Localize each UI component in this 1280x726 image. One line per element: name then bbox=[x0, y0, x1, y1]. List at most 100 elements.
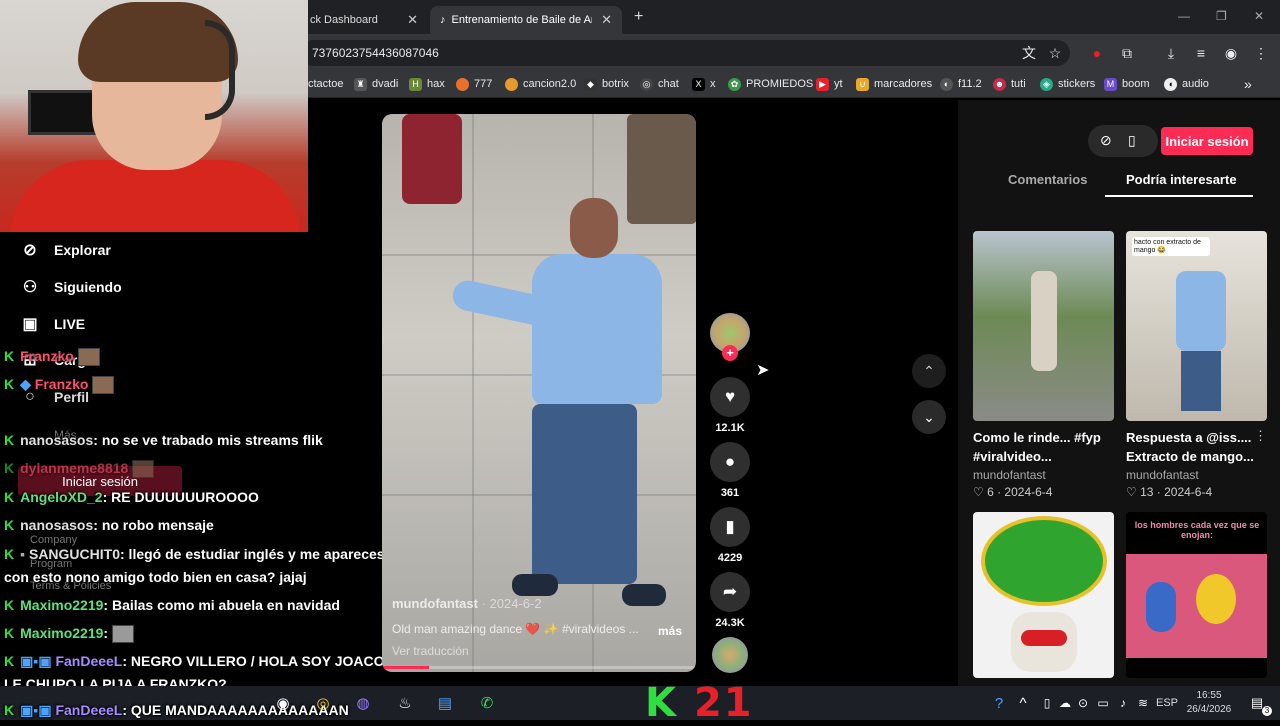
bookmark-label: x bbox=[710, 78, 716, 90]
more-button[interactable]: más bbox=[658, 624, 682, 638]
company-link[interactable]: Company bbox=[30, 534, 77, 546]
bookmark-item[interactable]: ctactoe bbox=[308, 74, 343, 94]
notification-badge: 3 bbox=[1262, 706, 1272, 716]
bookmark-item[interactable]: Hhax bbox=[409, 74, 445, 94]
video-player[interactable]: mundofantast · 2024-6-2 Old man amazing … bbox=[382, 114, 696, 672]
chat-text: : bbox=[103, 625, 109, 641]
video-progress[interactable] bbox=[382, 666, 696, 669]
bookmark-label: botrix bbox=[602, 78, 629, 90]
bookmark-icon bbox=[505, 77, 518, 91]
bookmark-item[interactable]: ✿ PROMIEDOS bbox=[728, 74, 813, 94]
chat-user: Franzko bbox=[34, 376, 89, 392]
webcam-overlay bbox=[0, 0, 308, 232]
logo-number: 21 bbox=[693, 680, 754, 726]
tab-comments[interactable]: Comentarios bbox=[1008, 172, 1087, 187]
video-author[interactable]: mundofantast · 2024-6-2 bbox=[392, 596, 542, 611]
bookmark-item[interactable]: Xx bbox=[692, 74, 716, 94]
sound-disc-icon[interactable] bbox=[712, 637, 748, 673]
bookmark-item[interactable]: ◆ botrix bbox=[584, 74, 629, 94]
kick-badge-icon: K bbox=[4, 702, 15, 718]
card-title[interactable]: Como le rinde... #fyp #viralvideo... bbox=[973, 428, 1101, 466]
app-chrome-icon[interactable]: ◉ bbox=[270, 690, 296, 716]
translate-icon[interactable]: 文 bbox=[1020, 44, 1038, 62]
card-author[interactable]: mundofantast bbox=[973, 468, 1046, 482]
url-input[interactable]: 7376023754436087046 bbox=[300, 40, 1070, 66]
heart-icon: ♥ bbox=[724, 387, 736, 406]
wifi-icon[interactable]: ≋ bbox=[1130, 690, 1156, 716]
login-button[interactable]: Iniciar sesión bbox=[1161, 127, 1253, 155]
kick-badge-icon: K bbox=[4, 653, 15, 669]
tab-tiktok[interactable]: ♪ Entrenamiento de Baile de Anc ✕ bbox=[430, 6, 622, 34]
tray-chevron-icon[interactable]: ^ bbox=[1010, 690, 1036, 716]
progress-fill bbox=[382, 666, 430, 669]
tab-recommended[interactable]: Podría interesarte bbox=[1126, 172, 1237, 187]
bookmark-item[interactable]: ♜ dvadi bbox=[354, 74, 398, 94]
next-video-button[interactable]: ⌄ bbox=[912, 400, 946, 434]
extension-red-icon[interactable]: ● bbox=[1088, 44, 1106, 62]
bookmark-label: hax bbox=[427, 78, 445, 90]
bookmark-item[interactable]: Mboom bbox=[1104, 74, 1150, 94]
like-button[interactable]: ♥ bbox=[710, 377, 750, 417]
chat-user: Maximo2219 bbox=[20, 597, 104, 613]
bookmark-label: dvadi bbox=[372, 78, 399, 90]
media-icon[interactable]: ≡ bbox=[1192, 44, 1210, 62]
phone-icon[interactable]: ▯ bbox=[1128, 132, 1136, 149]
video-thumbnail[interactable] bbox=[973, 231, 1114, 421]
tab-label: Entrenamiento de Baile de Anc bbox=[451, 14, 592, 26]
thumbnail-figure bbox=[1176, 271, 1226, 351]
bookmark-item[interactable]: cancion2.0 bbox=[505, 74, 576, 94]
active-tab-indicator bbox=[1105, 195, 1253, 197]
help-icon[interactable]: ? bbox=[986, 690, 1012, 716]
maximize-icon[interactable]: ❐ bbox=[1216, 9, 1227, 23]
profile-avatar-icon[interactable]: ◉ bbox=[1222, 44, 1240, 62]
close-icon[interactable]: ✕ bbox=[407, 12, 418, 28]
video-thumbnail[interactable]: los hombres cada vez que se enojan: bbox=[1126, 512, 1267, 678]
video-thumbnail[interactable] bbox=[973, 512, 1114, 678]
bookmark-item[interactable]: ▶ yt bbox=[816, 74, 843, 94]
kick-badge-icon: K bbox=[4, 517, 15, 533]
app-steam-icon[interactable]: ♨ bbox=[392, 690, 418, 716]
sidebar-item-explorar[interactable]: ⊘ Explorar bbox=[20, 238, 111, 262]
sidebar-item-siguiendo[interactable]: ⚇ Siguiendo bbox=[20, 275, 122, 299]
bookmarks-overflow-icon[interactable]: » bbox=[1244, 74, 1252, 94]
comment-button[interactable]: ● bbox=[710, 442, 750, 482]
new-tab-icon[interactable]: + bbox=[634, 8, 643, 26]
dancer-shirt bbox=[532, 254, 662, 404]
compass-icon[interactable]: ⊘ bbox=[1100, 132, 1112, 149]
bookmark-item[interactable]: ∪ marcadores bbox=[856, 74, 932, 94]
card-author[interactable]: mundofantast bbox=[1126, 468, 1199, 482]
bookmark-item[interactable]: ◈ stickers bbox=[1040, 74, 1095, 94]
save-button[interactable]: ▮ bbox=[710, 507, 750, 547]
bookmark-item[interactable]: ◎ chat bbox=[640, 74, 679, 94]
window-close-icon[interactable]: ✕ bbox=[1254, 9, 1264, 23]
minimize-icon[interactable]: — bbox=[1178, 9, 1190, 23]
share-button[interactable]: ➦ bbox=[710, 572, 750, 612]
card-title[interactable]: Respuesta a @iss.... Extracto de mango... bbox=[1126, 428, 1254, 466]
app-whatsapp-icon[interactable]: ✆ bbox=[474, 690, 500, 716]
bookmark-item[interactable]: 777 bbox=[456, 74, 492, 94]
bookmark-item[interactable]: ◖ audio bbox=[1164, 74, 1209, 94]
app-store-icon[interactable]: ▤ bbox=[432, 690, 458, 716]
download-icon[interactable]: ⤓ bbox=[1162, 44, 1180, 62]
clock[interactable]: 16:55 26/4/2026 bbox=[1186, 689, 1232, 717]
follow-plus-icon[interactable]: + bbox=[722, 345, 738, 361]
close-icon[interactable]: ✕ bbox=[601, 12, 612, 28]
emote-icon bbox=[77, 348, 100, 367]
bookmark-label: f11.2 bbox=[958, 78, 982, 90]
card-more-icon[interactable]: ⋮ bbox=[1254, 428, 1267, 444]
menu-dots-icon[interactable]: ⋮ bbox=[1252, 44, 1270, 62]
bookmark-item[interactable]: ☻ tuti bbox=[993, 74, 1026, 94]
tab-dashboard[interactable]: ck Dashboard ✕ bbox=[300, 6, 428, 34]
extensions-icon[interactable]: ⧉ bbox=[1118, 44, 1136, 62]
video-thumbnail[interactable]: hacto con extracto de mango 😂 bbox=[1126, 231, 1267, 421]
previous-video-button[interactable]: ⌃ bbox=[912, 354, 946, 388]
star-icon[interactable]: ☆ bbox=[1046, 44, 1064, 62]
app-chrome-icon[interactable]: ◎ bbox=[310, 690, 336, 716]
language-indicator[interactable]: ESP bbox=[1156, 697, 1178, 709]
chat-message: K Maximo2219: Bailas como mi abuela en na… bbox=[4, 597, 340, 613]
translate-link[interactable]: Ver traducción bbox=[392, 644, 469, 658]
sidebar-item-live[interactable]: ▣ LIVE bbox=[20, 312, 85, 336]
badge-icon: ▣▪▣ bbox=[20, 702, 56, 718]
app-discord-icon[interactable]: ◍ bbox=[350, 690, 376, 716]
bookmark-item[interactable]: ◐ f11.2 bbox=[940, 74, 982, 94]
